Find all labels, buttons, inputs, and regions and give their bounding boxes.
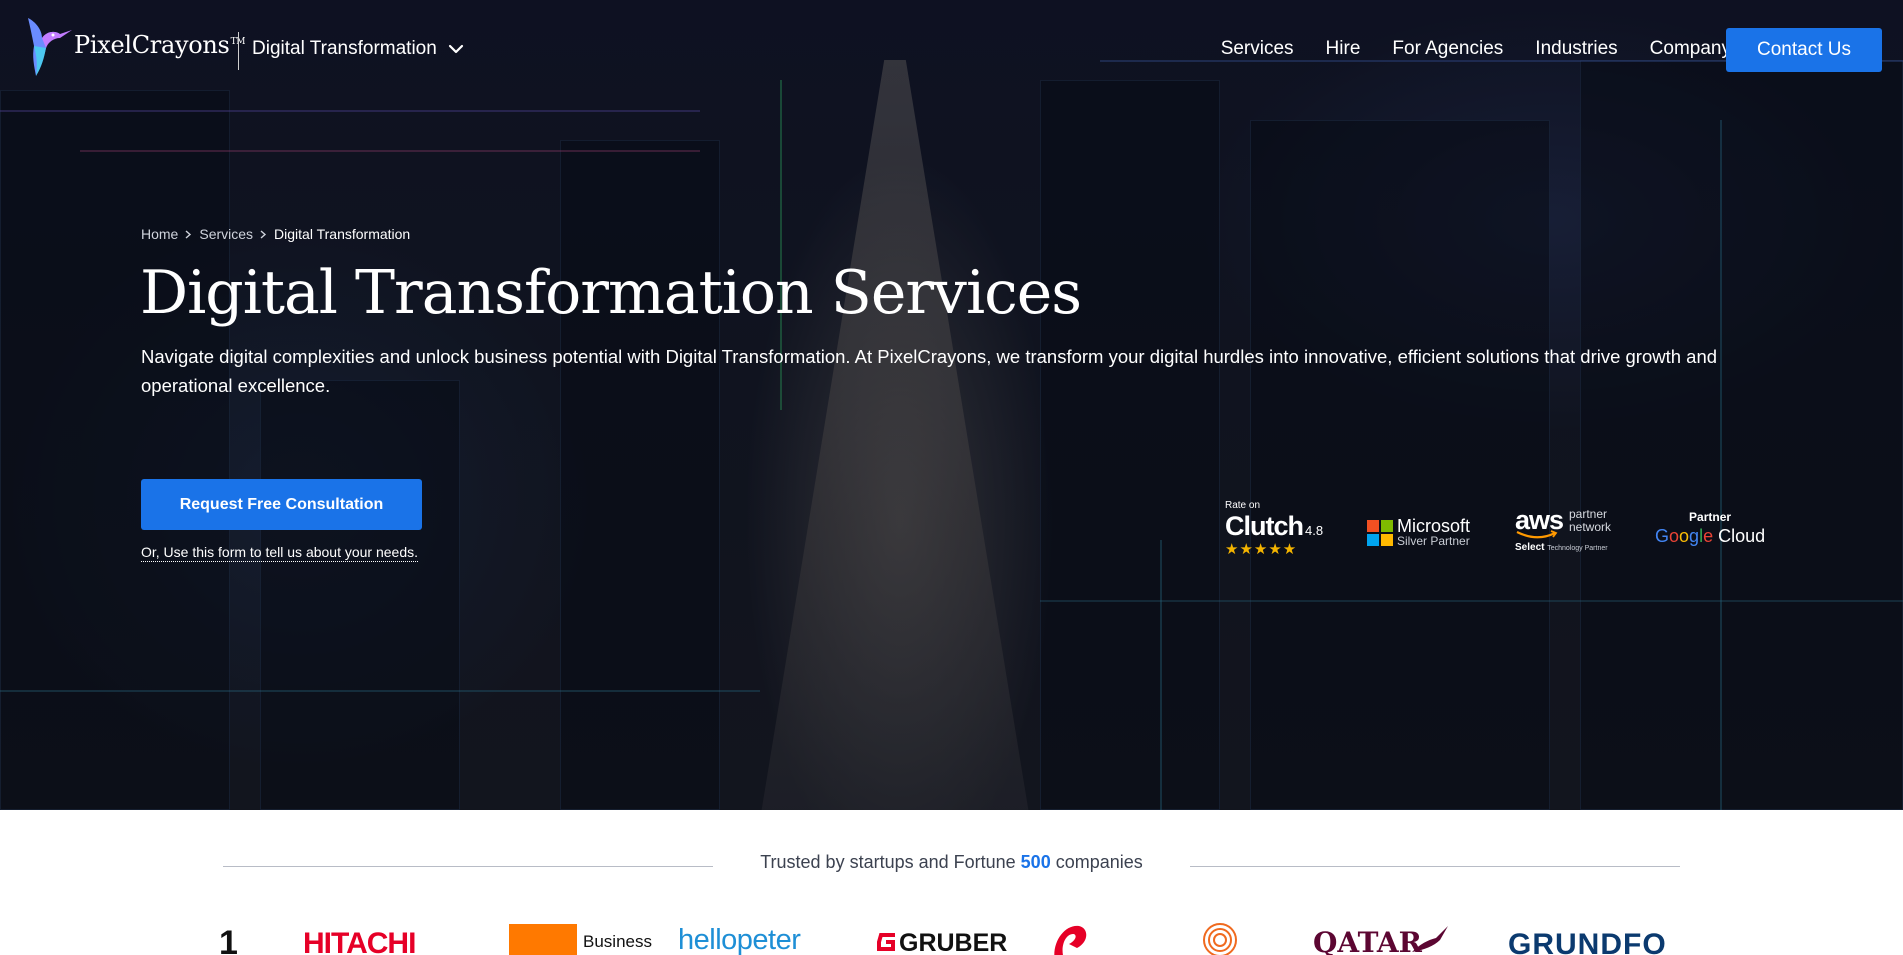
nav-item-services[interactable]: Services — [1221, 38, 1294, 60]
nav-item-company[interactable]: Company — [1650, 38, 1731, 60]
oryx-logo-icon — [1412, 926, 1448, 952]
main-nav: Services Hire For Agencies Industries Co… — [1221, 38, 1731, 60]
client-sun-logo-icon — [1203, 923, 1237, 955]
client-logo-orange-business: Business — [583, 932, 652, 951]
trusted-heading: Trusted by startups and Fortune 500 comp… — [760, 852, 1143, 872]
clutch-score: 4.8 — [1305, 523, 1324, 538]
trusted-number: 500 — [1020, 852, 1051, 872]
client-logo-hitachi: HITACHI — [303, 927, 416, 955]
client-logo-qatar: QATAR — [1313, 926, 1422, 955]
orange-logo-icon — [509, 924, 577, 955]
client-logo-1: 1 — [219, 924, 238, 955]
nav-item-industries[interactable]: Industries — [1535, 38, 1617, 60]
clutch-stars-icon: ★★★★★ — [1225, 541, 1298, 558]
aws-select: Select — [1515, 542, 1545, 553]
partner-badges: Rate on Clutch 4.8 ★★★★★ Microsoft Silver… — [1225, 500, 1765, 564]
brand-logo[interactable]: PixelCrayonsTM — [20, 12, 245, 78]
aws-tech: Technology Partner — [1547, 545, 1608, 552]
client-logos-strip: 1 HITACHI Business hellopeter GRUBER QAT… — [215, 922, 1705, 955]
hero-description: Navigate digital complexities and unlock… — [141, 346, 1718, 396]
microsoft-name: Microsoft — [1397, 516, 1471, 536]
breadcrumb: Home Services Digital Transformation — [141, 226, 410, 242]
nav-item-hire[interactable]: Hire — [1326, 38, 1361, 60]
microsoft-sub: Silver Partner — [1397, 534, 1470, 548]
hero-background — [0, 0, 1903, 810]
use-form-link[interactable]: Or, Use this form to tell us about your … — [141, 544, 419, 562]
breadcrumb-services[interactable]: Services — [199, 226, 253, 242]
chevron-down-icon — [448, 44, 463, 54]
nav-divider — [238, 32, 239, 70]
clutch-name: Clutch — [1225, 511, 1304, 541]
page-switch-label: Digital Transformation — [252, 38, 437, 59]
chevron-right-icon — [260, 229, 267, 239]
google-cloud-badge[interactable]: Partner Google Cloud — [1655, 510, 1765, 547]
chevron-right-icon — [185, 229, 192, 239]
microsoft-badge[interactable]: Microsoft Silver Partner — [1367, 516, 1471, 548]
page-title: Digital Transformation Services — [140, 258, 1082, 328]
client-swoosh-logo-icon — [1054, 925, 1087, 955]
gruber-g-icon — [877, 933, 895, 951]
aws-network: network — [1569, 520, 1612, 534]
client-logo-hellopeter: hellopeter — [678, 924, 801, 955]
microsoft-logo-icon — [1367, 519, 1393, 546]
nav-item-for-agencies[interactable]: For Agencies — [1392, 38, 1503, 60]
page-switch-dropdown[interactable]: Digital Transformation — [252, 38, 465, 60]
clutch-badge[interactable]: Rate on Clutch 4.8 ★★★★★ — [1225, 500, 1323, 558]
client-logo-grundfos: GRUNDFO — [1508, 928, 1667, 955]
contact-us-button[interactable]: Contact Us — [1726, 28, 1882, 72]
google-partner-label: Partner — [1689, 510, 1732, 524]
client-logo-gruber: GRUBER — [899, 929, 1008, 955]
brand-name: PixelCrayons — [74, 31, 230, 59]
hummingbird-logo-icon — [28, 18, 72, 76]
request-consultation-button[interactable]: Request Free Consultation — [141, 479, 422, 530]
aws-badge[interactable]: aws partner network Select Technology Par… — [1515, 507, 1625, 554]
google-cloud-word: Cloud — [1713, 526, 1766, 546]
breadcrumb-current: Digital Transformation — [274, 226, 411, 242]
clutch-rate-on: Rate on — [1225, 500, 1261, 511]
breadcrumb-home[interactable]: Home — [141, 226, 178, 242]
